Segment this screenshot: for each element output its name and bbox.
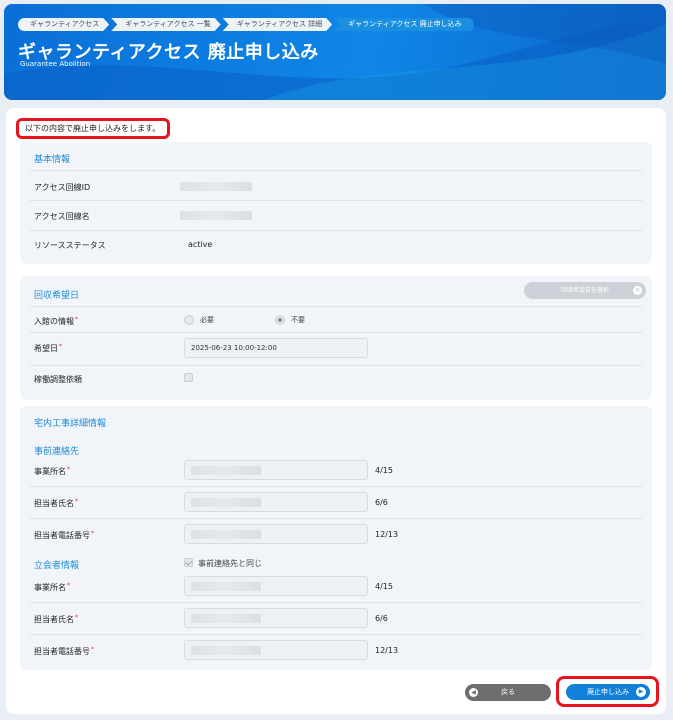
divider: [30, 486, 642, 487]
attendee-info-title: 立会者情報: [34, 561, 80, 571]
same-as-prior-label: 事前連絡先と同じ: [198, 559, 262, 568]
divider: [30, 170, 642, 171]
radio-circle-selected: [275, 315, 285, 325]
page-subtitle: Guarantee Abolition: [20, 60, 91, 68]
masked-value: [191, 614, 261, 623]
work-details-section: 宅内工事詳細情報 事前連絡先 事業所名* 4/15 担当者氏名* 6/6 担当者…: [20, 406, 652, 670]
desired-date-label: 希望日*: [34, 343, 62, 353]
submit-button-label: 廃止申し込み: [587, 688, 629, 696]
entry-info-label: 入館の情報*: [34, 316, 78, 326]
resource-status-label: リソースステータス: [34, 241, 106, 250]
chevron-right-icon: ▶: [636, 687, 646, 697]
breadcrumb-item-detail[interactable]: ギャランティアクセス 詳細: [223, 18, 332, 31]
attendee-office-name-input[interactable]: [184, 576, 368, 596]
attendee-person-name-label-text: 担当者氏名: [34, 615, 74, 624]
prior-phone-label-text: 担当者電話番号: [34, 531, 90, 540]
work-adjustment-checkbox[interactable]: [184, 373, 193, 382]
basic-info-title: 基本情報: [34, 155, 71, 165]
attendee-person-name-counter: 6/6: [375, 614, 388, 623]
page-header: ギャランティアクセス ギャランティアクセス 一覧 ギャランティアクセス 詳細 ギ…: [4, 4, 666, 100]
attendee-person-name-input[interactable]: [184, 608, 368, 628]
masked-value: [191, 466, 261, 475]
divider: [30, 518, 642, 519]
attendee-office-name-label-text: 事業所名: [34, 583, 66, 592]
divider: [30, 602, 642, 603]
prior-office-name-label-text: 事業所名: [34, 467, 66, 476]
prior-contact-title: 事前連絡先: [34, 447, 80, 457]
access-line-id-label: アクセス回線ID: [34, 183, 91, 192]
breadcrumb-item-list[interactable]: ギャランティアクセス 一覧: [111, 18, 220, 31]
access-line-name-label: アクセス回線名: [34, 212, 90, 221]
entry-radio-required-label: 必要: [200, 316, 214, 324]
desired-date-label-text: 希望日: [34, 344, 58, 353]
basic-info-section: 基本情報 アクセス回線ID アクセス回線名 リソースステータス active: [20, 142, 652, 264]
entry-info-label-text: 入館の情報: [34, 317, 74, 326]
divider: [30, 306, 642, 307]
attendee-phone-label-text: 担当者電話番号: [34, 647, 90, 656]
back-button-label: 戻る: [501, 688, 515, 696]
attendee-phone-label: 担当者電話番号*: [34, 646, 94, 656]
close-icon: ×: [633, 286, 642, 295]
prior-office-name-counter: 4/15: [375, 466, 393, 475]
breadcrumb-item-top[interactable]: ギャランティアクセス: [18, 18, 109, 31]
desired-date-input[interactable]: 2025-06-23 10:00-12:00: [184, 338, 368, 358]
entry-radio-required[interactable]: 必要: [184, 315, 214, 325]
masked-value: [191, 498, 261, 507]
divider: [30, 332, 642, 333]
prior-person-name-label-text: 担当者氏名: [34, 499, 74, 508]
prior-phone-counter: 12/13: [375, 530, 399, 539]
masked-value: [191, 530, 261, 539]
prior-phone-input[interactable]: [184, 524, 368, 544]
entry-radio-not-required[interactable]: 不要: [275, 315, 305, 325]
prior-office-name-label: 事業所名*: [34, 466, 70, 476]
submit-abolition-button[interactable]: 廃止申し込み ▶: [566, 684, 650, 700]
prior-person-name-label: 担当者氏名*: [34, 498, 78, 508]
same-as-prior-checkbox[interactable]: [184, 558, 193, 567]
chevron-left-icon: ◀: [469, 688, 478, 697]
select-collection-date-button[interactable]: 回収希望日を選択 ×: [524, 282, 646, 299]
attendee-phone-input[interactable]: [184, 640, 368, 660]
divider: [30, 634, 642, 635]
work-adjustment-label: 稼働調整依頼: [34, 375, 82, 384]
attendee-office-name-counter: 4/15: [375, 582, 393, 591]
collection-date-section: 回収希望日 回収希望日を選択 × 入館の情報* 必要 不要 希望日* 2025-…: [20, 276, 652, 400]
intro-message: 以下の内容で廃止申し込みをします。: [16, 118, 170, 139]
attendee-office-name-label: 事業所名*: [34, 582, 70, 592]
collection-date-title: 回収希望日: [34, 291, 80, 301]
breadcrumb: ギャランティアクセス ギャランティアクセス 一覧 ギャランティアクセス 詳細 ギ…: [18, 18, 476, 31]
back-button[interactable]: ◀ 戻る: [465, 684, 551, 701]
radio-circle: [184, 315, 194, 325]
access-line-id-value-masked: [180, 182, 252, 191]
work-details-title: 宅内工事詳細情報: [34, 419, 107, 429]
main-card: 以下の内容で廃止申し込みをします。 基本情報 アクセス回線ID アクセス回線名 …: [6, 108, 666, 714]
access-line-name-value-masked: [180, 211, 252, 220]
entry-radio-not-required-label: 不要: [291, 316, 305, 324]
prior-person-name-counter: 6/6: [375, 498, 388, 507]
divider: [30, 365, 642, 366]
breadcrumb-item-current: ギャランティアクセス 廃止申し込み: [334, 18, 474, 31]
attendee-person-name-label: 担当者氏名*: [34, 614, 78, 624]
masked-value: [191, 582, 261, 591]
resource-status-value: active: [188, 240, 213, 249]
divider: [30, 230, 642, 231]
prior-person-name-input[interactable]: [184, 492, 368, 512]
attendee-phone-counter: 12/13: [375, 646, 399, 655]
select-collection-date-label: 回収希望日を選択: [560, 287, 609, 294]
submit-highlight: 廃止申し込み ▶: [556, 676, 659, 707]
prior-office-name-input[interactable]: [184, 460, 368, 480]
divider: [30, 200, 642, 201]
masked-value: [191, 646, 261, 655]
prior-phone-label: 担当者電話番号*: [34, 530, 94, 540]
